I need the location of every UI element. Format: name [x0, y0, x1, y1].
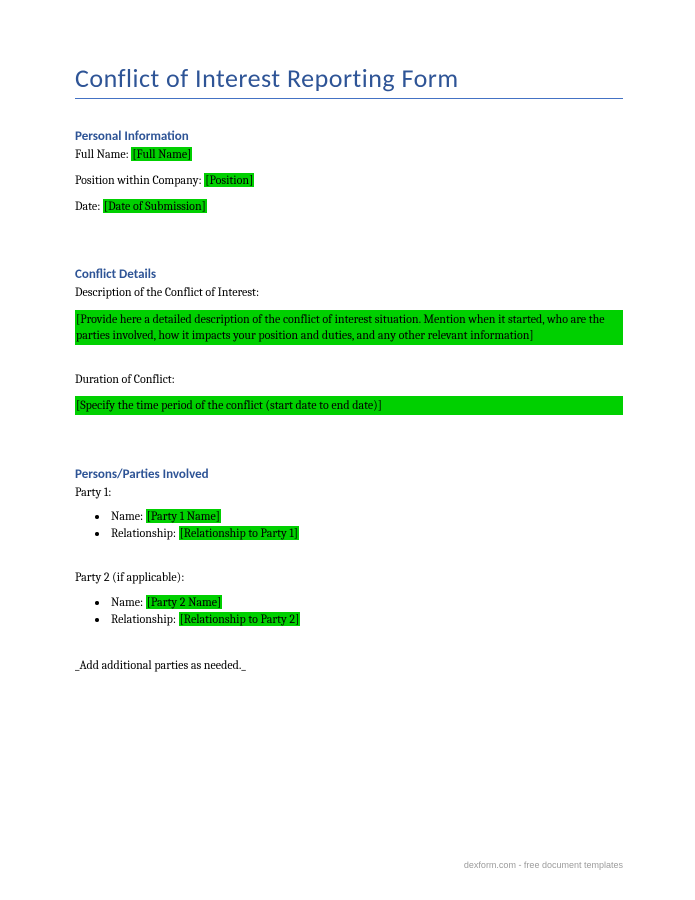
- position-label: Position within Company:: [75, 173, 202, 187]
- party2-name-placeholder[interactable]: [Party 2 Name]: [146, 595, 223, 609]
- party1-list: Name: [Party 1 Name] Relationship: [Rela…: [75, 509, 623, 540]
- page-title: Conflict of Interest Reporting Form: [75, 62, 623, 99]
- field-position: Position within Company: [Position]: [75, 172, 623, 189]
- party1-name-label: Name:: [111, 509, 143, 523]
- party1-rel-label: Relationship:: [111, 526, 176, 540]
- add-parties-note: _Add additional parties as needed._: [75, 657, 623, 674]
- date-placeholder[interactable]: [Date of Submission]: [103, 199, 207, 213]
- section-heading-parties: Persons/Parties Involved: [75, 467, 623, 482]
- party2-rel-label: Relationship:: [111, 612, 176, 626]
- conflict-desc-placeholder[interactable]: [Provide here a detailed description of …: [75, 310, 623, 344]
- party2-rel-item: Relationship: [Relationship to Party 2]: [109, 612, 623, 626]
- date-label: Date:: [75, 199, 100, 213]
- party1-name-item: Name: [Party 1 Name]: [109, 509, 623, 523]
- party2-rel-placeholder[interactable]: [Relationship to Party 2]: [179, 612, 301, 626]
- party1-label: Party 1:: [75, 484, 623, 501]
- section-heading-personal: Personal Information: [75, 129, 623, 144]
- full-name-label: Full Name:: [75, 147, 129, 161]
- page-footer: dexform.com - free document templates: [464, 860, 623, 870]
- party2-name-item: Name: [Party 2 Name]: [109, 595, 623, 609]
- party2-label: Party 2 (if applicable):: [75, 569, 623, 586]
- document-page: Conflict of Interest Reporting Form Pers…: [0, 0, 695, 723]
- footer-brand: dexform.com: [464, 860, 516, 870]
- party2-list: Name: [Party 2 Name] Relationship: [Rela…: [75, 595, 623, 626]
- conflict-duration-label: Duration of Conflict:: [75, 371, 623, 388]
- party1-rel-placeholder[interactable]: [Relationship to Party 1]: [179, 526, 299, 540]
- field-date: Date: [Date of Submission]: [75, 198, 623, 215]
- party1-name-placeholder[interactable]: [Party 1 Name]: [146, 509, 221, 523]
- party2-name-label: Name:: [111, 595, 143, 609]
- position-placeholder[interactable]: [Position]: [204, 173, 254, 187]
- conflict-duration-placeholder[interactable]: [Specify the time period of the conflict…: [75, 396, 623, 414]
- field-full-name: Full Name: [Full Name]: [75, 146, 623, 163]
- conflict-desc-label: Description of the Conflict of Interest:: [75, 284, 623, 301]
- party1-rel-item: Relationship: [Relationship to Party 1]: [109, 526, 623, 540]
- section-heading-conflict: Conflict Details: [75, 267, 623, 282]
- full-name-placeholder[interactable]: [Full Name]: [131, 147, 192, 161]
- footer-tagline: - free document templates: [516, 860, 623, 870]
